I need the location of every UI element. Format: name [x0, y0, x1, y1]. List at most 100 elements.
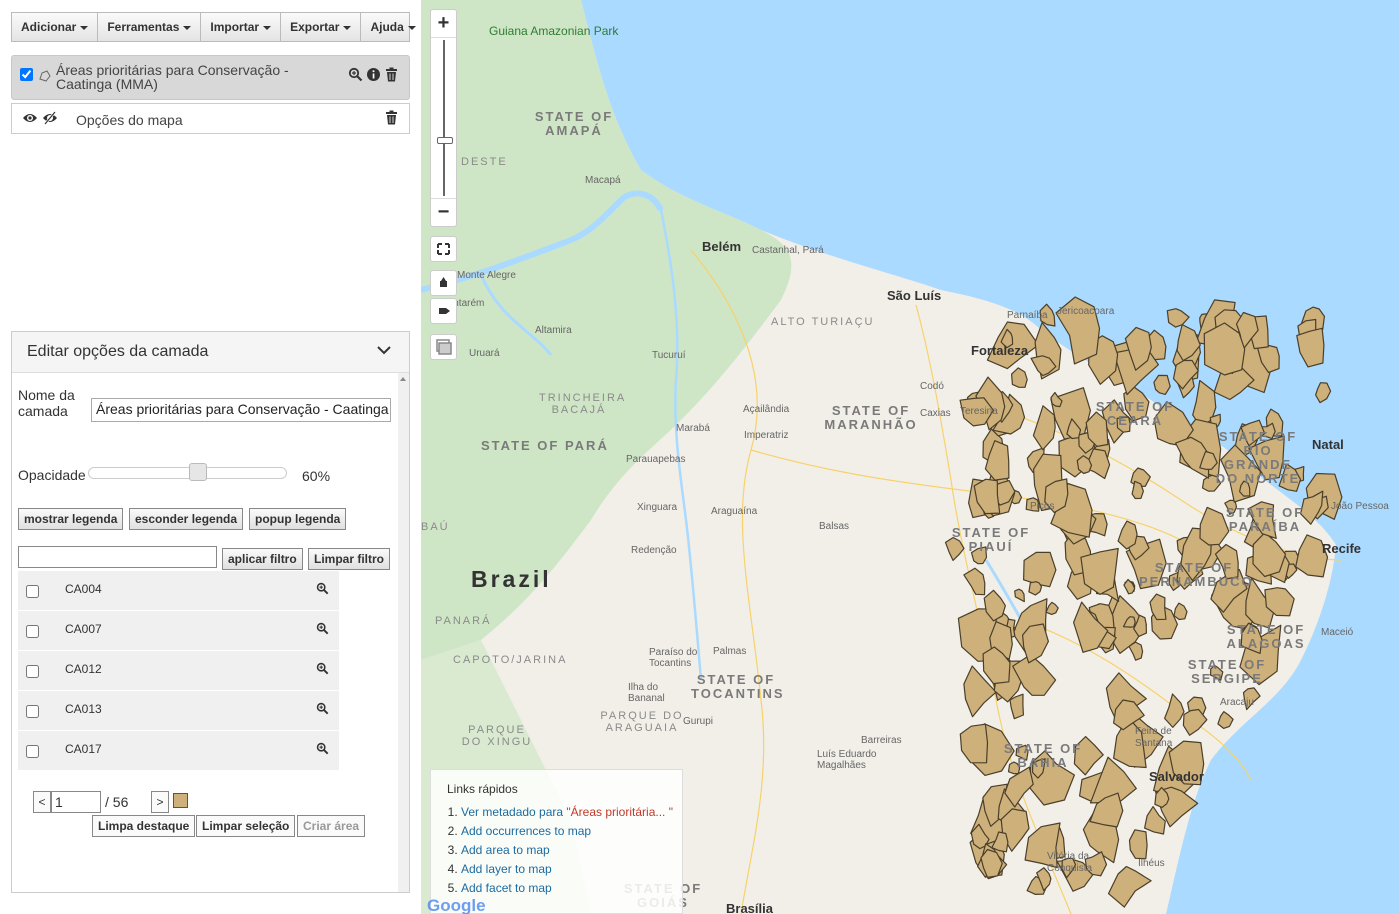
scroll-up-arrow-icon[interactable]: [400, 377, 406, 381]
zoom-in-icon[interactable]: [316, 622, 329, 635]
city-label: Fortaleza: [971, 343, 1029, 358]
layer-visibility-checkbox[interactable]: [20, 68, 33, 81]
item-checkbox[interactable]: [26, 705, 39, 718]
fullscreen-icon: [437, 243, 450, 255]
zoom-slider-thumb[interactable]: [437, 137, 453, 144]
state-label: STATE OF MARANHÃO: [824, 403, 918, 432]
next-page-button[interactable]: >: [151, 791, 169, 813]
quick-link-text[interactable]: Add layer to map: [461, 862, 552, 876]
trash-icon[interactable]: [384, 110, 399, 125]
quick-link-text[interactable]: Add facet to map: [461, 881, 552, 895]
map-options-row[interactable]: Opções do mapa: [11, 103, 410, 134]
list-item[interactable]: CA012: [18, 651, 339, 691]
priority-area-shape[interactable]: [1022, 551, 1057, 588]
menu-importar[interactable]: Importar: [201, 13, 282, 41]
popup-legend-button[interactable]: popup legenda: [249, 508, 347, 530]
menu-ajuda[interactable]: Ajuda: [361, 13, 424, 41]
city-label: Picos: [1030, 501, 1055, 512]
city-label: Castanhal, Pará: [752, 245, 824, 256]
quick-link-facet[interactable]: Add facet to map: [461, 879, 673, 898]
state-label: STATE OF RIO GRANDE DO NORTE: [1215, 429, 1301, 486]
layers-button[interactable]: [430, 334, 457, 360]
pan-up-button[interactable]: [430, 270, 457, 296]
panel-title: Editar opções da camada: [27, 343, 209, 360]
main-menubar: Adicionar Ferramentas Importar Exportar …: [11, 12, 416, 42]
zoom-in-icon[interactable]: [316, 662, 329, 675]
region-label: ALTO TURIAÇU: [771, 316, 875, 328]
show-legend-button[interactable]: mostrar legenda: [18, 508, 124, 530]
zoom-in-icon[interactable]: [316, 702, 329, 715]
filter-input[interactable]: [18, 546, 217, 568]
map-canvas[interactable]: Guiana Amazonian Park DESTE TRINCHEIRA B…: [421, 0, 1399, 914]
list-item[interactable]: CA004: [18, 571, 339, 611]
item-code: CA017: [65, 742, 102, 756]
city-label: Salvador: [1149, 769, 1204, 784]
create-area-button[interactable]: Criar área: [297, 815, 366, 837]
prev-page-button[interactable]: <: [33, 791, 51, 813]
pan-right-button[interactable]: [430, 298, 457, 324]
quick-link-highlight[interactable]: "Áreas prioritária... ": [566, 805, 673, 819]
region-label: CAPOTO/JARINA: [453, 654, 568, 666]
item-checkbox[interactable]: [26, 745, 39, 758]
region-label: PANARÁ: [435, 615, 492, 627]
zoom-slider-track[interactable]: [443, 40, 445, 196]
opacity-slider-handle[interactable]: [189, 463, 208, 481]
quick-link-text[interactable]: Ver metadado para: [461, 805, 566, 819]
quick-link-area[interactable]: Add area to map: [461, 841, 673, 860]
city-label: Belém: [702, 239, 742, 254]
layer-name[interactable]: Áreas prioritárias para Conservação - Ca…: [56, 63, 316, 91]
priority-area-shape[interactable]: [1314, 382, 1332, 404]
zoom-in-button[interactable]: +: [431, 10, 456, 38]
city-label: Balsas: [819, 521, 850, 532]
fullscreen-button[interactable]: [430, 236, 457, 262]
item-code: CA013: [65, 702, 102, 716]
layer-name-input[interactable]: Áreas prioritárias para Conservação - Ca…: [91, 398, 391, 422]
clear-highlight-button[interactable]: Limpa destaque: [92, 815, 196, 837]
hide-legend-button[interactable]: esconder legenda: [129, 508, 244, 530]
layer-row[interactable]: Áreas prioritárias para Conservação - Ca…: [11, 55, 410, 100]
city-label: Açailândia: [743, 404, 790, 415]
menu-exportar[interactable]: Exportar: [281, 13, 362, 41]
panel-header[interactable]: Editar opções da camada: [12, 332, 409, 373]
info-icon[interactable]: [366, 67, 381, 82]
city-label: Feira de Santana: [1135, 726, 1173, 749]
region-label: BAÚ: [421, 521, 450, 533]
item-checkbox[interactable]: [26, 625, 39, 638]
zoom-out-button[interactable]: −: [431, 198, 456, 226]
caret-down-icon: [343, 25, 352, 30]
list-item[interactable]: CA007: [18, 611, 339, 651]
clear-filter-button[interactable]: Limpar filtro: [308, 548, 391, 570]
priority-area-shape[interactable]: [1166, 308, 1190, 328]
city-label: Paraíso do Tocantins: [649, 647, 698, 669]
eye-slash-icon[interactable]: [42, 111, 58, 125]
menu-adicionar[interactable]: Adicionar: [12, 13, 99, 41]
opacity-slider[interactable]: [88, 463, 287, 481]
zoom-in-icon[interactable]: [316, 742, 329, 755]
quick-link-occurrences[interactable]: Add occurrences to map: [461, 822, 673, 841]
clear-selection-button[interactable]: Limpar seleção: [196, 815, 296, 837]
zoom-to-layer-icon[interactable]: [348, 67, 363, 82]
state-label: STATE OF TOCANTINS: [691, 672, 785, 701]
panel-scrollbar[interactable]: [398, 373, 409, 892]
quick-link-layer[interactable]: Add layer to map: [461, 860, 673, 879]
eye-icon[interactable]: [22, 111, 38, 125]
trash-icon[interactable]: [384, 67, 399, 82]
menu-ferramentas[interactable]: Ferramentas: [98, 13, 202, 41]
quick-link-text[interactable]: Add occurrences to map: [461, 824, 591, 838]
list-item[interactable]: CA013: [18, 691, 339, 731]
page-input[interactable]: 1: [51, 791, 101, 813]
priority-area-shape[interactable]: [1296, 327, 1325, 368]
list-item[interactable]: CA017: [18, 731, 339, 771]
map-options-label: Opções do mapa: [76, 112, 183, 128]
item-checkbox[interactable]: [26, 665, 39, 678]
quick-link-metadata[interactable]: Ver metadado para "Áreas prioritária... …: [461, 803, 673, 822]
priority-area-shape[interactable]: [1172, 359, 1199, 390]
quick-link-text[interactable]: Add area to map: [461, 843, 550, 857]
priority-area-shape[interactable]: [1153, 374, 1171, 395]
item-checkbox[interactable]: [26, 585, 39, 598]
country-label: Brazil: [471, 566, 552, 592]
zoom-in-icon[interactable]: [316, 582, 329, 595]
apply-filter-button[interactable]: aplicar filtro: [222, 548, 303, 570]
polygon-layer-icon: [39, 70, 51, 82]
chevron-down-icon[interactable]: [377, 345, 391, 355]
